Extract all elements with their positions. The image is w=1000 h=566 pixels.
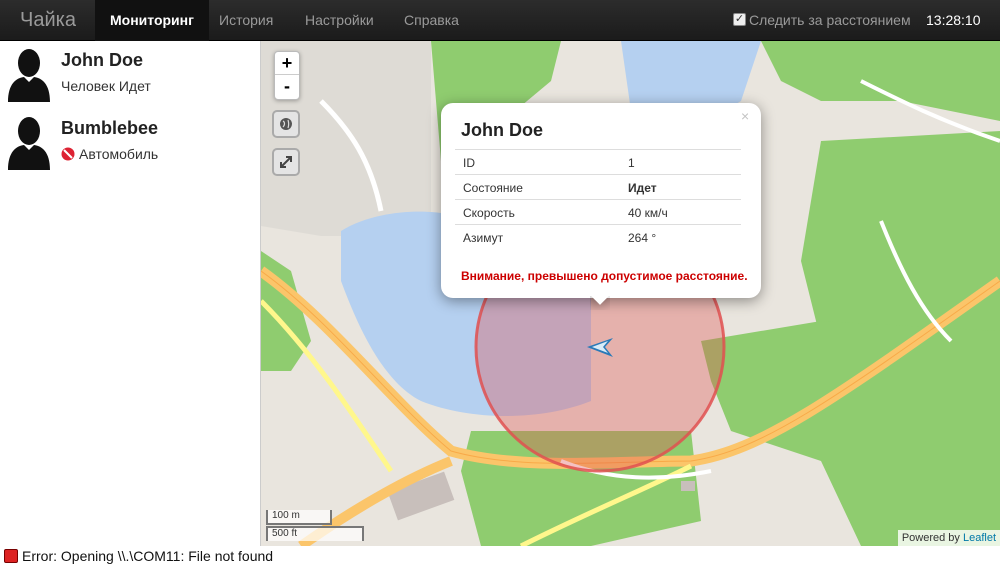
popup-close-button[interactable]: × [741, 108, 749, 124]
device-status: Автомобиль [79, 146, 159, 162]
row-key: ID [463, 156, 475, 170]
scale-imperial: 500 ft [266, 526, 364, 541]
nav-tab-monitoring[interactable]: Мониторинг [95, 0, 209, 41]
row-key: Азимут [463, 231, 504, 245]
fullscreen-button[interactable] [272, 148, 300, 176]
track-distance-label[interactable]: Следить за расстоянием [749, 0, 911, 41]
scale-metric: 100 m [266, 510, 332, 525]
device-status-wrapper: Автомобиль [61, 146, 158, 162]
table-row: Состояние Идет [455, 174, 741, 199]
device-list: John Doe Человек Идет Bumblebee Автомоби… [0, 41, 261, 546]
error-message: Error: Opening \\.\COM11: File not found [22, 548, 274, 564]
row-value: Идет [628, 181, 657, 195]
device-name: Bumblebee [61, 118, 159, 138]
error-icon [4, 549, 18, 563]
map-attribution: Powered by Leaflet [897, 530, 1000, 546]
nav-tab-help[interactable]: Справка [389, 0, 474, 41]
nav-tab-settings[interactable]: Настройки [290, 0, 389, 41]
nav-tab-history[interactable]: История [204, 0, 288, 41]
app-brand[interactable]: Чайка [20, 0, 76, 41]
status-bar: Error: Opening \\.\COM11: File not found [0, 546, 1000, 566]
no-entry-icon [61, 147, 75, 161]
row-value: 264 ° [628, 231, 657, 245]
zoom-control: + - [274, 51, 300, 100]
device-item[interactable]: John Doe Человек Идет [0, 41, 261, 109]
layers-button[interactable] [272, 110, 300, 138]
row-value: 1 [628, 156, 635, 170]
table-row: Азимут 264 ° [455, 224, 741, 249]
device-status: Человек Идет [61, 78, 151, 94]
globe-icon [280, 118, 292, 130]
device-name: John Doe [61, 50, 144, 70]
expand-icon [280, 156, 292, 168]
row-key: Состояние [463, 181, 523, 195]
table-row: Скорость 40 км/ч [455, 199, 741, 224]
row-value: 40 км/ч [628, 206, 668, 220]
row-key: Скорость [463, 206, 515, 220]
zoom-in-button[interactable]: + [275, 52, 299, 75]
person-silhouette-icon [8, 117, 50, 170]
top-navbar: Чайка Мониторинг История Настройки Справ… [0, 0, 1000, 41]
zoom-out-button[interactable]: - [275, 75, 299, 98]
track-distance-checkbox[interactable]: ✓ [733, 13, 746, 26]
leaflet-link[interactable]: Leaflet [963, 532, 996, 544]
popup-tip [590, 296, 610, 310]
popup-title: John Doe [461, 120, 544, 140]
distance-warning: Внимание, превышено допустимое расстояни… [461, 269, 748, 283]
attribution-prefix: Powered by [901, 532, 960, 544]
device-item[interactable]: Bumblebee Автомобиль [0, 109, 261, 177]
person-silhouette-icon [8, 49, 50, 102]
table-row: ID 1 [455, 149, 741, 174]
clock: 13:28:10 [926, 12, 981, 28]
popup-table: ID 1 Состояние Идет Скорость 40 км/ч Ази… [455, 149, 741, 249]
